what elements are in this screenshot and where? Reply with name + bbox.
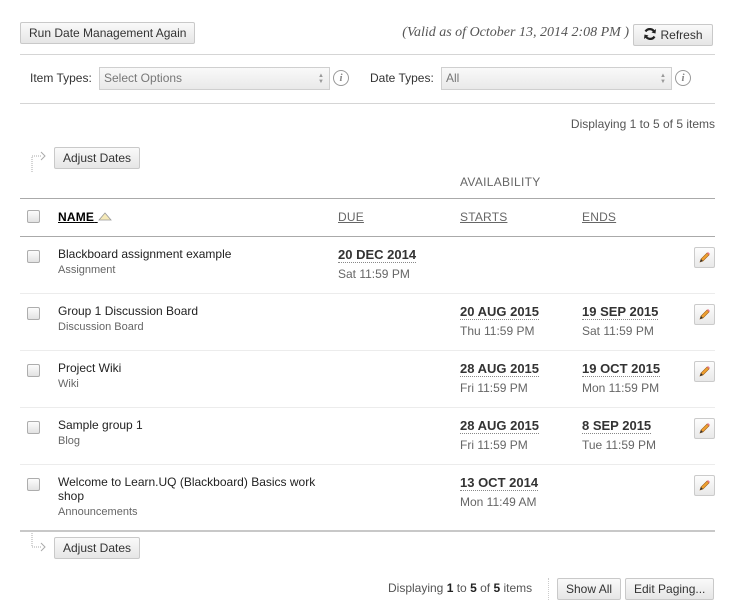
- select-arrows-icon: ▲ ▼: [318, 73, 324, 85]
- item-types-label: Item Types:: [30, 71, 92, 85]
- availability-group-header: AVAILABILITY: [460, 175, 541, 189]
- pencil-icon: [699, 366, 710, 377]
- item-types-value: Select Options: [104, 71, 183, 85]
- edit-dates-button[interactable]: [694, 247, 715, 268]
- paging-summary-bottom: Displaying 1 to 5 of 5 items: [388, 581, 533, 595]
- edit-dates-button[interactable]: [694, 304, 715, 325]
- refresh-button[interactable]: Refresh: [633, 24, 713, 46]
- run-date-management-again-button[interactable]: Run Date Management Again: [20, 22, 196, 44]
- date-types-value: All: [446, 71, 460, 85]
- paging-separator: [548, 578, 549, 600]
- item-title: Project Wiki: [58, 361, 122, 375]
- start-date: 20 AUG 2015: [460, 304, 540, 320]
- item-title: Welcome to Learn.UQ (Blackboard) Basics …: [58, 475, 316, 503]
- refresh-icon: [644, 28, 657, 40]
- end-time: Mon 11:59 PM: [582, 381, 660, 395]
- edit-dates-button[interactable]: [694, 418, 715, 439]
- item-title: Group 1 Discussion Board: [58, 304, 199, 318]
- info-icon[interactable]: i: [675, 70, 691, 86]
- date-types-label: Date Types:: [370, 71, 434, 85]
- start-time: Mon 11:49 AM: [460, 495, 537, 509]
- column-header-starts[interactable]: STARTS: [460, 210, 507, 224]
- column-header-name[interactable]: NAME: [58, 210, 112, 224]
- divider: [20, 464, 715, 465]
- start-date: 13 OCT 2014: [460, 475, 539, 491]
- end-time: Sat 11:59 PM: [582, 324, 654, 338]
- row-checkbox[interactable]: [27, 478, 40, 491]
- start-time: Fri 11:59 PM: [460, 438, 528, 452]
- sort-ascending-icon: [97, 212, 112, 221]
- pencil-icon: [699, 309, 710, 320]
- action-bar-arrow-icon: [31, 151, 46, 172]
- start-date: 28 AUG 2015: [460, 361, 540, 377]
- item-type: Blog: [58, 435, 81, 447]
- start-time: Fri 11:59 PM: [460, 381, 528, 395]
- action-bar-arrow-icon: [31, 533, 46, 552]
- edit-paging-button[interactable]: Edit Paging...: [625, 578, 715, 600]
- adjust-dates-button-bottom[interactable]: Adjust Dates: [54, 537, 141, 559]
- pencil-icon: [699, 480, 710, 491]
- divider: [20, 54, 715, 55]
- edit-dates-button[interactable]: [694, 475, 715, 496]
- date-types-select[interactable]: All ▲ ▼: [441, 67, 672, 90]
- divider: [20, 293, 715, 294]
- adjust-dates-button-top[interactable]: Adjust Dates: [54, 147, 141, 169]
- end-time: Tue 11:59 PM: [582, 438, 657, 452]
- row-checkbox[interactable]: [27, 364, 40, 377]
- show-all-button[interactable]: Show All: [557, 578, 622, 600]
- divider: [20, 530, 715, 532]
- item-types-select[interactable]: Select Options ▲ ▼: [99, 67, 330, 90]
- start-time: Thu 11:59 PM: [460, 324, 535, 338]
- item-title: Sample group 1: [58, 418, 143, 432]
- row-checkbox[interactable]: [27, 250, 40, 263]
- due-time: Sat 11:59 PM: [338, 267, 410, 281]
- end-date: 19 OCT 2015: [582, 361, 661, 377]
- divider: [20, 236, 715, 237]
- divider: [20, 103, 715, 104]
- divider: [20, 198, 715, 199]
- pencil-icon: [699, 252, 710, 263]
- valid-as-of-timestamp: (Valid as of October 13, 2014 2:08 PM ): [402, 25, 629, 40]
- column-header-due[interactable]: DUE: [338, 210, 364, 224]
- item-type: Discussion Board: [58, 321, 144, 333]
- paging-summary-top: Displaying 1 to 5 of 5 items: [570, 117, 715, 131]
- select-all-checkbox[interactable]: [27, 210, 40, 223]
- select-arrows-icon: ▲ ▼: [660, 73, 666, 85]
- pencil-icon: [699, 423, 710, 434]
- divider: [20, 350, 715, 351]
- due-date: 20 DEC 2014: [338, 247, 417, 263]
- item-type: Wiki: [58, 378, 79, 390]
- item-type: Announcements: [58, 506, 138, 518]
- divider: [20, 407, 715, 408]
- column-header-ends[interactable]: ENDS: [582, 210, 616, 224]
- info-icon[interactable]: i: [333, 70, 349, 86]
- item-type: Assignment: [58, 264, 116, 276]
- refresh-label: Refresh: [660, 28, 703, 42]
- row-checkbox[interactable]: [27, 421, 40, 434]
- item-title: Blackboard assignment example: [58, 247, 232, 261]
- end-date: 19 SEP 2015: [582, 304, 659, 320]
- end-date: 8 SEP 2015: [582, 418, 652, 434]
- start-date: 28 AUG 2015: [460, 418, 540, 434]
- row-checkbox[interactable]: [27, 307, 40, 320]
- edit-dates-button[interactable]: [694, 361, 715, 382]
